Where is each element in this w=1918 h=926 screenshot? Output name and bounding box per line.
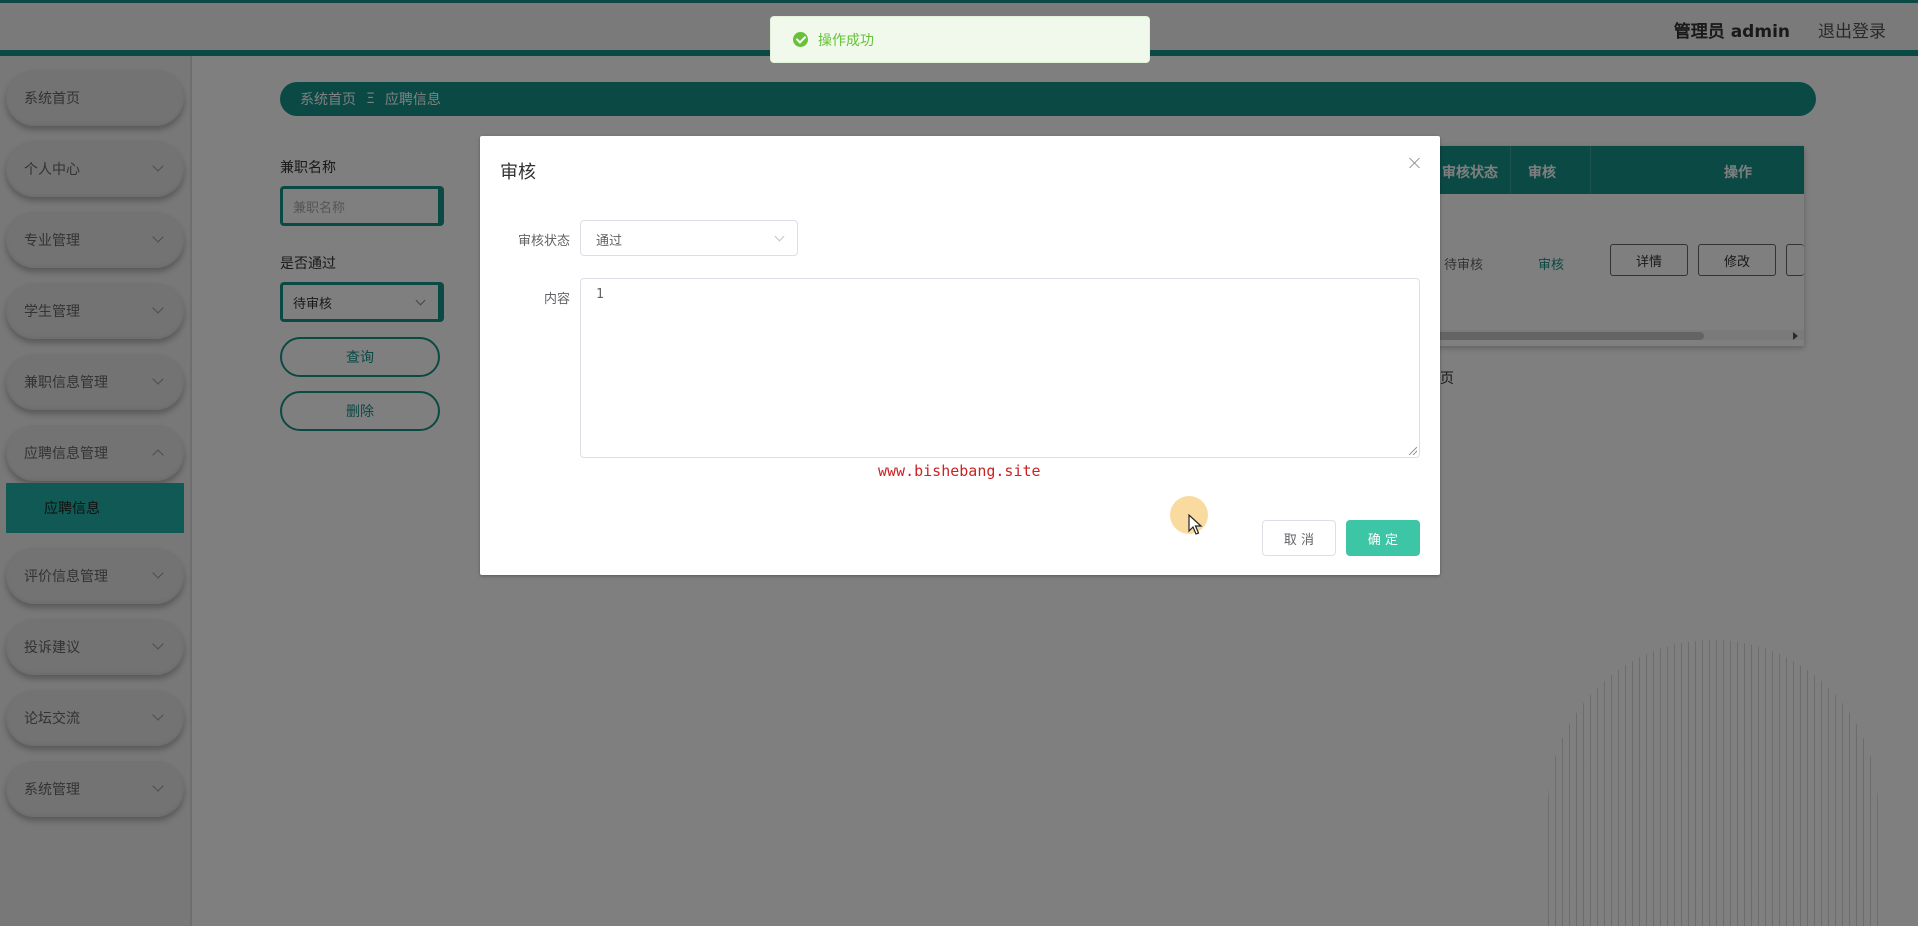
status-value: 通过 — [596, 234, 623, 249]
dialog-title: 审核 — [500, 162, 536, 183]
content-value: 1 — [596, 287, 604, 302]
content-textarea[interactable]: 1 — [580, 278, 1420, 458]
status-select[interactable]: 通过 — [580, 220, 798, 256]
content-label: 内容 — [543, 292, 570, 307]
confirm-button[interactable]: 确 定 — [1346, 520, 1420, 556]
watermark-text: www.bishebang.site — [878, 462, 1041, 480]
review-dialog: 审核 审核状态 通过 内容 1 www.bishebang.site 取 消 确… — [480, 136, 1440, 575]
toast-message: 操作成功 — [818, 32, 874, 49]
chevron-down-icon — [774, 231, 785, 242]
success-toast: 操作成功 — [770, 16, 1150, 63]
resize-handle-icon[interactable] — [1409, 447, 1417, 455]
mouse-pointer-icon — [1188, 514, 1203, 535]
check-circle-icon — [793, 32, 808, 47]
cancel-button[interactable]: 取 消 — [1262, 520, 1336, 556]
close-icon[interactable] — [1408, 156, 1422, 170]
status-label: 审核状态 — [517, 234, 570, 249]
